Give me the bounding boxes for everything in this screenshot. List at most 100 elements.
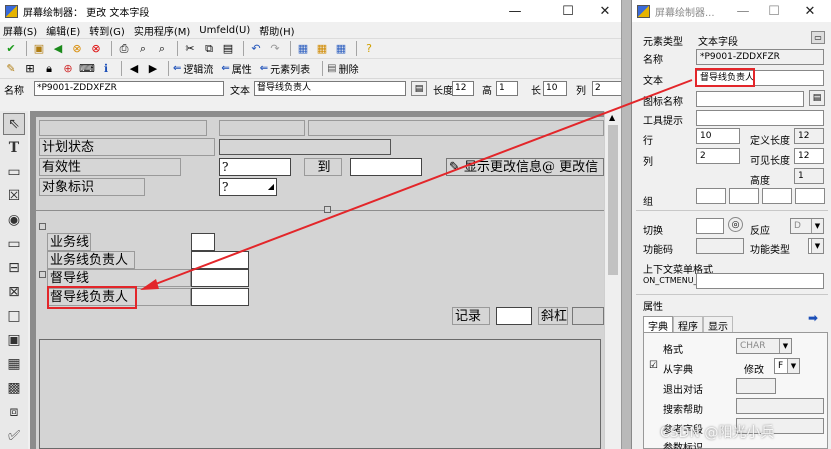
function-type-select[interactable]: ▼ — [808, 238, 824, 254]
business-line-label[interactable]: 业务线 — [47, 233, 91, 251]
switch-field[interactable] — [696, 218, 724, 234]
maximize-button[interactable]: ☐ — [548, 0, 588, 22]
screen-canvas[interactable]: 计划状态 有效性 ? 到 ✎ 显示更改信息@ 更改信 对象标识 ? ◢ 业务线 … — [30, 111, 604, 449]
undo-icon[interactable]: ↶ — [248, 41, 264, 57]
scroll-up-icon[interactable]: ▲ — [609, 113, 615, 122]
cancel-icon[interactable]: ⊗ — [88, 41, 104, 57]
enter-icon[interactable]: ✔ — [3, 41, 19, 57]
status-icon-tool-icon[interactable]: ✅︎ — [3, 425, 25, 447]
logic-flow-button[interactable]: ⇐ 逻辑流 — [173, 61, 213, 76]
validity-from-field[interactable]: ? — [219, 158, 291, 176]
window-icon[interactable]: ▦ — [314, 41, 330, 57]
collapse-icon[interactable]: ▭ — [811, 31, 825, 44]
menu-environment[interactable]: Umfeld(U) — [199, 25, 250, 36]
input-field-tool-icon[interactable]: ▭ — [3, 161, 25, 183]
table-control-tool-icon[interactable]: ▦ — [3, 353, 25, 375]
close-button[interactable]: ✕ — [792, 0, 828, 22]
save-icon[interactable]: ▣ — [31, 41, 47, 57]
plan-status-label[interactable]: 计划状态 — [39, 138, 215, 156]
len-field[interactable]: 10 — [543, 81, 567, 96]
tooltip-field[interactable] — [696, 110, 824, 126]
menu-screen[interactable]: 屏幕(S) — [3, 23, 37, 38]
icon-picker-icon[interactable]: ▤ — [809, 90, 825, 106]
record-label[interactable]: 记录 — [452, 307, 490, 325]
minimize-button[interactable]: — — [495, 0, 535, 22]
element-icon[interactable]: ⊕ — [60, 61, 76, 77]
help-icon[interactable]: ? — [361, 41, 377, 57]
redo-icon[interactable]: ↷ — [267, 41, 283, 57]
resize-handle[interactable] — [39, 223, 46, 230]
maximize-button[interactable]: ☐ — [759, 0, 789, 22]
radio-button-tool-icon[interactable]: ◉ — [3, 209, 25, 231]
menu-goto[interactable]: 转到(G) — [89, 23, 125, 38]
next-icon[interactable]: ▶ — [145, 61, 161, 77]
element-list-button[interactable]: ⇐ 元素列表 — [260, 61, 310, 76]
plan-status-field[interactable] — [219, 139, 391, 155]
table-wizard-icon[interactable]: ▩ — [3, 377, 25, 399]
info-icon[interactable]: ℹ — [98, 61, 114, 77]
table-control[interactable] — [39, 339, 601, 449]
vis-length-field[interactable]: 12 — [794, 148, 824, 164]
business-line-owner-label[interactable]: 业务线负责人 — [47, 251, 135, 269]
previous-icon[interactable]: ◀ — [126, 61, 142, 77]
edit-pencil-icon[interactable]: ✎ — [3, 61, 19, 77]
minimize-button[interactable]: — — [728, 0, 758, 22]
resize-handle[interactable] — [324, 206, 331, 213]
col-field[interactable]: 2 — [696, 148, 740, 164]
deflen-field[interactable]: 12 — [452, 81, 474, 96]
back-icon[interactable]: ◀ — [50, 41, 66, 57]
object-id-field[interactable]: ? ◢ — [219, 178, 277, 196]
supervision-line-label[interactable]: 督导线 — [47, 269, 191, 287]
from-dict-checkbox-icon[interactable]: ☑ — [649, 360, 658, 371]
close-button[interactable]: ✕ — [585, 0, 621, 22]
custom-control-tool-icon[interactable]: ⧈ — [3, 401, 25, 423]
text-field-tool-icon[interactable]: T — [3, 137, 25, 159]
find-icon[interactable]: ⌕ — [135, 41, 151, 57]
resize-handle[interactable] — [39, 271, 46, 278]
business-line-field[interactable] — [191, 233, 215, 251]
tabstrip-wizard-icon[interactable]: ⊠ — [3, 281, 25, 303]
menu-help[interactable]: 帮助(H) — [259, 23, 294, 38]
modify-select[interactable]: F ▼ — [774, 358, 800, 374]
paste-icon[interactable]: ▤ — [220, 41, 236, 57]
validity-to-field[interactable] — [350, 158, 422, 176]
group-field-4[interactable] — [795, 188, 825, 204]
validity-label[interactable]: 有效性 — [39, 158, 181, 176]
supervision-line-field[interactable] — [191, 269, 249, 287]
copy-icon[interactable]: ⧉ — [201, 41, 217, 57]
attributes-button[interactable]: ⇐ 属性 — [221, 61, 251, 76]
canvas-vertical-scrollbar[interactable]: ▲ — [604, 111, 621, 449]
grid-icon[interactable]: ▦ — [333, 41, 349, 57]
pointer-tool-icon[interactable]: ⇖ — [3, 113, 25, 135]
show-change-info-button[interactable]: ✎ 显示更改信息@ 更改信 — [446, 158, 604, 176]
device-icon[interactable]: ⌨ — [79, 61, 95, 77]
print-icon[interactable]: ⎙ — [116, 41, 132, 57]
menu-edit[interactable]: 编辑(E) — [46, 23, 80, 38]
response-select[interactable]: D ▼ — [790, 218, 824, 234]
menu-utilities[interactable]: 实用程序(M) — [134, 23, 190, 38]
col-field[interactable]: 2 — [592, 81, 621, 96]
arrow-right-icon[interactable]: ➡ — [808, 311, 818, 325]
tabstrip-tool-icon[interactable]: ⊟ — [3, 257, 25, 279]
subscreen-tool-icon[interactable]: ▣ — [3, 329, 25, 351]
find-next-icon[interactable]: ⌕ — [154, 41, 170, 57]
supervision-line-owner-field[interactable] — [191, 288, 249, 306]
switch-picker-icon[interactable]: ◎ — [728, 217, 743, 232]
record-field[interactable] — [496, 307, 532, 325]
row-field[interactable]: 10 — [696, 128, 740, 144]
height-field[interactable]: 1 — [496, 81, 518, 96]
business-line-owner-field[interactable] — [191, 251, 249, 269]
group-field-2[interactable] — [729, 188, 759, 204]
name-field[interactable]: *P9001-ZDDXFZR — [34, 81, 224, 96]
box-tool-icon[interactable]: □ — [3, 305, 25, 327]
pushbutton-tool-icon[interactable]: ▭ — [3, 233, 25, 255]
lock-icon[interactable]: 🔒︎ — [41, 61, 57, 77]
cut-icon[interactable]: ✂ — [182, 41, 198, 57]
group-field-3[interactable] — [762, 188, 792, 204]
text-field[interactable]: 督导线负责人 — [254, 81, 406, 96]
layout-icon[interactable]: ▦ — [295, 41, 311, 57]
checkbox-tool-icon[interactable]: ☒ — [3, 185, 25, 207]
exit-icon[interactable]: ⊗ — [69, 41, 85, 57]
italic-field[interactable] — [572, 307, 604, 325]
delete-button[interactable]: ▤ 删除 — [327, 61, 358, 76]
